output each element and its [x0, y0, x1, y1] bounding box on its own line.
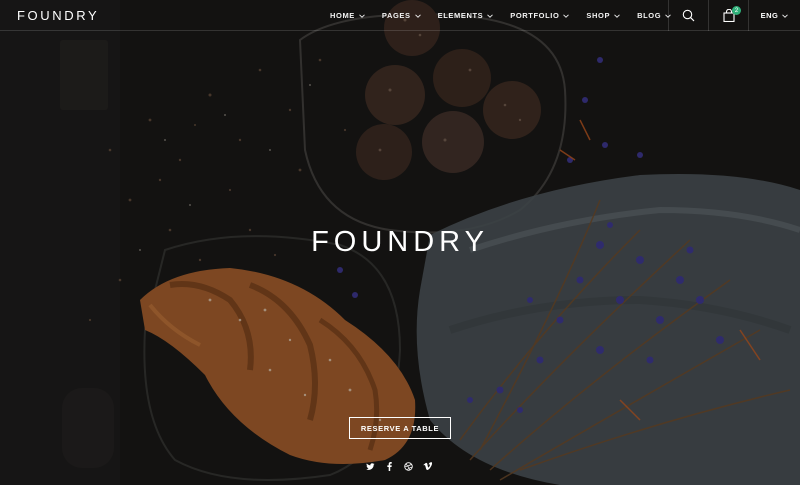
language-selector[interactable]: ENG — [748, 0, 800, 31]
main-nav: HOME PAGES ELEMENTS PORTFOLIO SHOP BLOG — [330, 0, 688, 31]
hero-title: FOUNDRY — [311, 226, 489, 258]
chevron-down-icon — [359, 13, 365, 18]
language-label: ENG — [760, 11, 779, 20]
nav-item-label: ELEMENTS — [437, 11, 484, 20]
nav-item-shop[interactable]: SHOP — [586, 0, 620, 31]
reserve-table-button[interactable]: RESERVE A TABLE — [349, 417, 451, 439]
cart-button[interactable]: 2 — [708, 0, 748, 31]
chevron-down-icon — [563, 13, 570, 18]
social-links — [366, 458, 433, 471]
nav-item-label: PORTFOLIO — [510, 11, 560, 20]
nav-item-label: SHOP — [586, 11, 611, 20]
vimeo-icon[interactable] — [423, 458, 433, 471]
nav-item-elements[interactable]: ELEMENTS — [438, 0, 494, 31]
nav-item-label: BLOG — [637, 11, 662, 20]
nav-item-label: HOME — [330, 11, 355, 20]
search-button[interactable] — [668, 0, 708, 31]
nav-item-portfolio[interactable]: PORTFOLIO — [510, 0, 570, 31]
cart-count-badge: 2 — [732, 6, 741, 15]
twitter-icon[interactable] — [366, 458, 375, 470]
nav-item-label: PAGES — [381, 11, 411, 20]
chevron-down-icon — [614, 13, 620, 18]
search-icon — [682, 9, 695, 22]
top-navigation-bar: FOUNDRY HOME PAGES ELEMENTS PORTFOLIO SH… — [0, 0, 800, 31]
nav-item-pages[interactable]: PAGES — [382, 0, 421, 31]
chevron-down-icon — [782, 13, 789, 18]
nav-item-home[interactable]: HOME — [330, 0, 365, 31]
site-logo[interactable]: FOUNDRY — [17, 8, 99, 23]
nav-item-blog[interactable]: BLOG — [637, 0, 671, 31]
chevron-down-icon — [487, 13, 494, 18]
chevron-down-icon — [414, 13, 421, 18]
dribbble-icon[interactable] — [404, 458, 413, 471]
facebook-icon[interactable] — [385, 458, 394, 471]
